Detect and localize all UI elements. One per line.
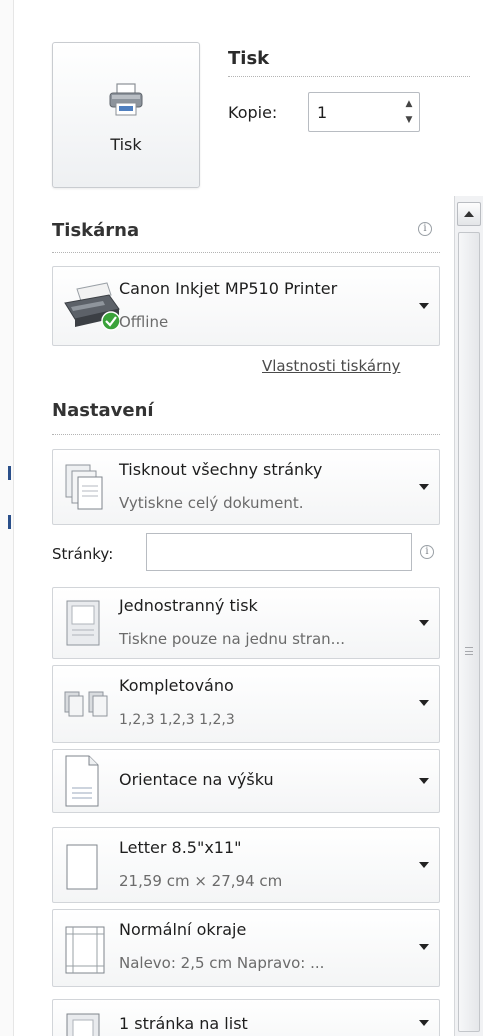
pages-input[interactable]: [146, 533, 412, 571]
margins-dropdown[interactable]: Normální okraje Nalevo: 2,5 cm Napravo: …: [52, 909, 440, 987]
grip-icon: [465, 647, 473, 655]
increment-icon[interactable]: ▲: [403, 99, 415, 109]
pages-per-sheet-label: 1 stránka na list: [119, 1014, 248, 1033]
chevron-down-icon: [419, 1020, 429, 1026]
print-button-label: Tisk: [110, 135, 142, 154]
divider: [52, 252, 440, 253]
divider: [228, 76, 470, 77]
printer-status: Offline: [119, 313, 169, 331]
chevron-down-icon: [419, 484, 429, 490]
pages-label: Stránky:: [52, 545, 114, 563]
duplex-description: Tiskne pouze na jednu stran...: [119, 630, 345, 648]
paper-size-icon: [63, 842, 101, 896]
margins-icon: [63, 924, 107, 980]
pages-per-sheet-icon: [63, 1012, 103, 1036]
settings-section-title: Nastavení: [52, 400, 154, 421]
single-sided-icon: [63, 598, 103, 652]
info-icon[interactable]: i: [420, 545, 434, 559]
decrement-icon[interactable]: ▼: [403, 115, 415, 125]
chevron-down-icon: [419, 620, 429, 626]
chevron-down-icon: [419, 778, 429, 784]
portrait-page-icon: [63, 754, 101, 812]
pages-stack-icon: [63, 462, 107, 518]
divider: [52, 434, 440, 435]
scrollbar[interactable]: [454, 196, 483, 1036]
collation-dropdown[interactable]: Kompletováno 1,2,3 1,2,3 1,2,3: [52, 665, 440, 743]
print-range-dropdown[interactable]: Tisknout všechny stránky Vytiskne celý d…: [52, 449, 440, 525]
margins-description: Nalevo: 2,5 cm Napravo: ...: [119, 954, 325, 972]
edge-marker: [8, 466, 11, 480]
left-panel-edge: [0, 0, 14, 1036]
printer-section-title: Tiskárna: [52, 220, 140, 241]
copies-stepper[interactable]: 1 ▲ ▼: [308, 92, 420, 132]
info-icon[interactable]: i: [418, 222, 432, 236]
edge-marker: [8, 515, 11, 529]
orientation-label: Orientace na výšku: [119, 770, 274, 789]
collation-description: 1,2,3 1,2,3 1,2,3: [119, 712, 235, 728]
print-section-title: Tisk: [228, 48, 270, 69]
chevron-down-icon: [419, 944, 429, 950]
printer-dropdown[interactable]: Canon Inkjet MP510 Printer Offline: [52, 266, 440, 346]
collated-icon: [63, 688, 113, 726]
scroll-thumb[interactable]: [458, 232, 480, 1032]
paper-size-description: 21,59 cm × 27,94 cm: [119, 872, 283, 890]
copies-value[interactable]: 1: [317, 103, 327, 122]
chevron-down-icon: [419, 303, 429, 309]
orientation-dropdown[interactable]: Orientace na výšku: [52, 749, 440, 813]
margins-label: Normální okraje: [119, 920, 247, 939]
scroll-up-button[interactable]: [457, 202, 481, 226]
print-range-label: Tisknout všechny stránky: [119, 460, 323, 479]
printer-properties-link[interactable]: Vlastnosti tiskárny: [262, 357, 400, 375]
chevron-down-icon: [419, 862, 429, 868]
duplex-label: Jednostranný tisk: [119, 596, 258, 615]
paper-size-dropdown[interactable]: Letter 8.5"x11" 21,59 cm × 27,94 cm: [52, 827, 440, 903]
print-button[interactable]: Tisk: [52, 42, 200, 188]
collation-label: Kompletováno: [119, 676, 234, 695]
duplex-dropdown[interactable]: Jednostranný tisk Tiskne pouze na jednu …: [52, 587, 440, 659]
pages-per-sheet-dropdown[interactable]: 1 stránka na list: [52, 999, 440, 1036]
print-range-description: Vytiskne celý dokument.: [119, 494, 304, 512]
printer-device-icon: [63, 281, 121, 337]
chevron-down-icon: [419, 700, 429, 706]
printer-name: Canon Inkjet MP510 Printer: [119, 279, 338, 298]
printer-icon: [108, 83, 144, 121]
copies-label: Kopie:: [228, 103, 278, 122]
paper-size-label: Letter 8.5"x11": [119, 838, 242, 857]
